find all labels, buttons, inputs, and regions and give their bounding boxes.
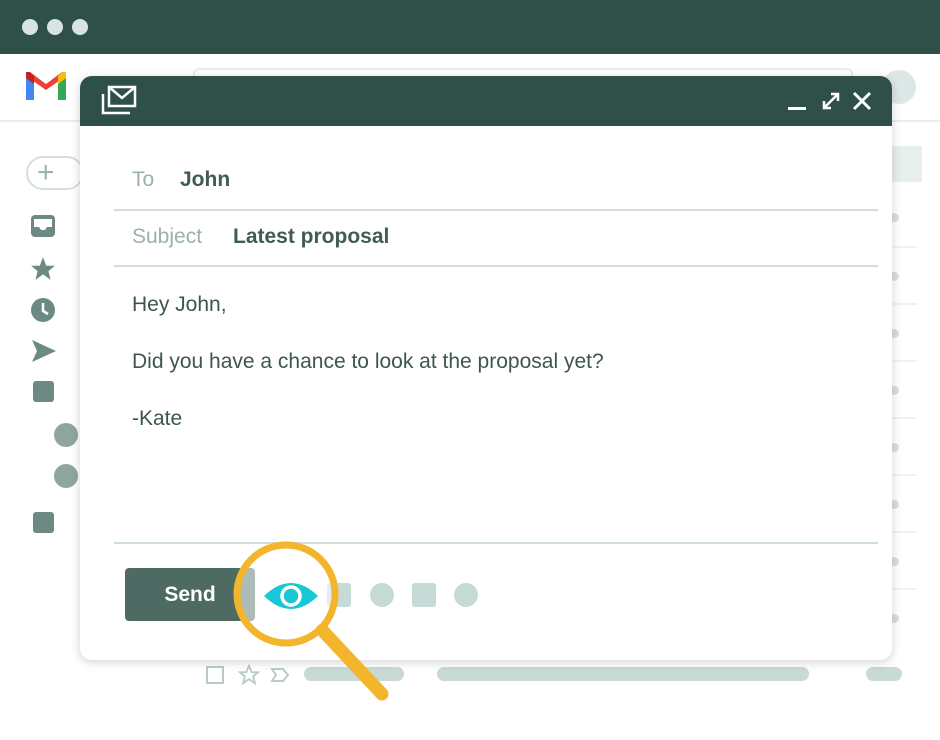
list-row-divider <box>893 417 917 419</box>
list-row-divider <box>893 531 917 533</box>
body-line: Hey John, <box>132 293 227 316</box>
body-line: Did you have a chance to look at the pro… <box>132 350 604 373</box>
list-row-divider <box>893 360 917 362</box>
list-row-divider <box>893 588 917 590</box>
to-divider <box>114 209 878 211</box>
subject-divider <box>114 265 878 267</box>
label-icon[interactable] <box>33 512 54 533</box>
plus-icon: + <box>37 156 55 189</box>
mail-compose-icon <box>101 85 137 115</box>
list-row-date-placeholder <box>866 667 902 681</box>
window-dot-minimize[interactable] <box>47 19 63 35</box>
inbox-icon[interactable] <box>30 214 56 238</box>
to-field[interactable]: John <box>180 168 230 192</box>
checkbox-icon[interactable] <box>206 666 224 684</box>
label-dot-icon[interactable] <box>54 423 78 447</box>
send-icon[interactable] <box>31 339 57 363</box>
list-row-divider <box>893 303 917 305</box>
minimize-icon[interactable] <box>787 90 807 112</box>
compose-button[interactable]: + <box>26 156 84 190</box>
compose-window: To John Subject Latest proposal Hey John… <box>80 76 892 660</box>
label-icon[interactable] <box>33 381 54 402</box>
list-row-subject-placeholder <box>437 667 809 681</box>
browser-titlebar <box>0 0 940 54</box>
clock-icon[interactable] <box>30 297 56 323</box>
toolbar-emoji-icon[interactable] <box>454 583 478 607</box>
window-dot-close[interactable] <box>22 19 38 35</box>
subject-field[interactable]: Latest proposal <box>233 225 389 249</box>
subject-label: Subject <box>132 225 203 248</box>
label-dot-icon[interactable] <box>54 464 78 488</box>
toolbar-link-icon[interactable] <box>412 583 436 607</box>
expand-icon[interactable] <box>820 90 842 112</box>
to-label: To <box>132 168 155 191</box>
list-header-block <box>890 146 922 182</box>
window-dot-maximize[interactable] <box>72 19 88 35</box>
gmail-logo[interactable] <box>24 70 68 102</box>
close-icon[interactable] <box>852 91 872 111</box>
toolbar-divider <box>114 542 878 544</box>
eye-icon[interactable] <box>262 576 320 616</box>
list-row-divider <box>893 474 917 476</box>
body-line: -Kate <box>132 407 183 430</box>
list-row-divider <box>893 246 917 248</box>
star-icon[interactable] <box>29 256 57 282</box>
magnifier-icon <box>233 541 389 701</box>
compose-header <box>80 76 892 126</box>
